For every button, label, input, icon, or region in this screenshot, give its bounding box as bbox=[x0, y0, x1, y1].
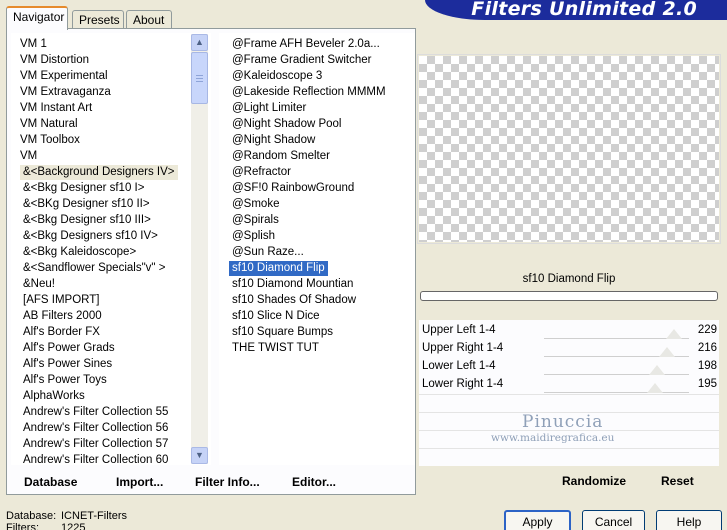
filter-item[interactable]: @Frame Gradient Switcher bbox=[229, 53, 375, 68]
slider-value: 229 bbox=[697, 324, 717, 336]
category-item[interactable]: AB Filters 2000 bbox=[20, 309, 105, 324]
category-item[interactable]: &<Background Designers IV> bbox=[20, 165, 178, 180]
category-item[interactable]: VM Experimental bbox=[17, 69, 111, 84]
filter-item[interactable]: @Night Shadow bbox=[229, 133, 318, 148]
category-item[interactable]: Alf's Power Toys bbox=[20, 373, 110, 388]
filter-item[interactable]: sf10 Diamond Flip bbox=[229, 261, 328, 276]
reset-button[interactable]: Reset bbox=[661, 474, 694, 488]
category-item[interactable]: VM bbox=[17, 149, 40, 164]
slider-thumb[interactable] bbox=[646, 383, 663, 393]
watermark-url: www.maidiregrafica.eu bbox=[491, 432, 615, 444]
scroll-down-arrow-icon[interactable]: ▼ bbox=[191, 447, 208, 464]
category-item[interactable]: Andrew's Filter Collection 56 bbox=[20, 421, 171, 436]
category-item[interactable]: VM Extravaganza bbox=[17, 85, 114, 100]
database-info-value: ICNET-Filters bbox=[61, 510, 127, 522]
progress-bar bbox=[420, 291, 718, 301]
navigator-panel: VM 1 VM Distortion VM Experimental VM Extra… bbox=[6, 28, 416, 495]
category-item[interactable]: &<Bkg Kaleidoscope> bbox=[20, 245, 139, 260]
filters-count-label: Filters: bbox=[6, 522, 39, 530]
category-item[interactable]: Andrew's Filter Collection 57 bbox=[20, 437, 171, 452]
category-scrollbar[interactable]: ▲ ▼ bbox=[191, 34, 208, 464]
filter-item[interactable]: @Smoke bbox=[229, 197, 282, 212]
category-item[interactable]: &<Bkg Designer sf10 III> bbox=[20, 213, 154, 228]
category-item[interactable]: Alf's Border FX bbox=[20, 325, 103, 340]
filters-count-value: 1225 bbox=[61, 522, 86, 530]
category-item[interactable]: &<Bkg Designers sf10 IV> bbox=[20, 229, 161, 244]
scroll-up-arrow-icon[interactable]: ▲ bbox=[191, 34, 208, 51]
slider-row[interactable]: Lower Right 1-4 195 bbox=[419, 376, 719, 394]
category-item[interactable]: AlphaWorks bbox=[20, 389, 88, 404]
app-banner-title: Filters Unlimited 2.0 bbox=[425, 0, 727, 20]
slider-label: Upper Right 1-4 bbox=[422, 342, 504, 354]
category-item[interactable]: Alf's Power Grads bbox=[20, 341, 118, 356]
category-item[interactable]: &<Sandflower Specials"v" > bbox=[20, 261, 168, 276]
filter-item[interactable]: @Kaleidoscope 3 bbox=[229, 69, 325, 84]
category-item[interactable]: VM Natural bbox=[17, 117, 81, 132]
filter-item[interactable]: @SF!0 RainbowGround bbox=[229, 181, 357, 196]
filter-item[interactable]: @Random Smelter bbox=[229, 149, 333, 164]
filter-list[interactable]: @Frame AFH Beveler 2.0a... @Frame Gradien… bbox=[219, 33, 415, 465]
filter-item[interactable]: @Light Limiter bbox=[229, 101, 309, 116]
tab-presets[interactable]: Presets bbox=[72, 10, 124, 29]
slider-track[interactable] bbox=[544, 392, 689, 393]
slider-value: 195 bbox=[697, 378, 717, 390]
help-button[interactable]: Help bbox=[656, 510, 722, 530]
watermark-name: Pinuccia bbox=[522, 412, 604, 432]
slider-label: Upper Left 1-4 bbox=[422, 324, 496, 336]
slider-track[interactable] bbox=[544, 374, 689, 375]
category-item[interactable]: VM 1 bbox=[17, 37, 50, 52]
filter-item[interactable]: @Night Shadow Pool bbox=[229, 117, 345, 132]
category-item[interactable]: Andrew's Filter Collection 55 bbox=[20, 405, 171, 420]
category-item[interactable]: VM Distortion bbox=[17, 53, 92, 68]
category-list[interactable]: VM 1 VM Distortion VM Experimental VM Extra… bbox=[11, 33, 211, 468]
apply-button[interactable]: Apply bbox=[504, 510, 571, 530]
category-item[interactable]: Andrew's Filter Collection 60 bbox=[20, 453, 171, 468]
category-item[interactable]: &Neu! bbox=[20, 277, 58, 292]
filter-item[interactable]: @Sun Raze... bbox=[229, 245, 307, 260]
filter-item[interactable]: sf10 Slice N Dice bbox=[229, 309, 323, 324]
filter-item[interactable]: sf10 Square Bumps bbox=[229, 325, 336, 340]
preview-filter-name: sf10 Diamond Flip bbox=[522, 273, 616, 285]
slider-row[interactable]: Upper Right 1-4 216 bbox=[419, 340, 719, 358]
randomize-button[interactable]: Randomize bbox=[562, 474, 626, 488]
import-button[interactable]: Import... bbox=[116, 473, 163, 491]
filter-item[interactable]: sf10 Diamond Mountian bbox=[229, 277, 356, 292]
slider-label: Lower Right 1-4 bbox=[422, 378, 504, 390]
preview-canvas[interactable] bbox=[419, 56, 719, 242]
category-item[interactable]: VM Instant Art bbox=[17, 101, 95, 116]
filter-item[interactable]: @Splish bbox=[229, 229, 278, 244]
editor-button[interactable]: Editor... bbox=[292, 473, 336, 491]
category-item[interactable]: Alf's Power Sines bbox=[20, 357, 115, 372]
category-item[interactable]: [AFS IMPORT] bbox=[20, 293, 102, 308]
slider-value: 216 bbox=[697, 342, 717, 354]
filter-item[interactable]: sf10 Shades Of Shadow bbox=[229, 293, 359, 308]
slider-value: 198 bbox=[697, 360, 717, 372]
empty-control-row bbox=[419, 394, 719, 410]
tab-about[interactable]: About bbox=[126, 10, 172, 29]
filter-item[interactable]: @Spirals bbox=[229, 213, 282, 228]
database-button[interactable]: Database bbox=[24, 473, 77, 491]
filter-item[interactable]: @Refractor bbox=[229, 165, 294, 180]
category-item[interactable]: VM Toolbox bbox=[17, 133, 83, 148]
slider-thumb[interactable] bbox=[666, 329, 683, 339]
empty-control-row bbox=[419, 448, 719, 464]
category-item[interactable]: &<Bkg Designer sf10 I> bbox=[20, 181, 147, 196]
filter-item[interactable]: @Frame AFH Beveler 2.0a... bbox=[229, 37, 383, 52]
scroll-thumb[interactable] bbox=[191, 52, 208, 104]
slider-thumb[interactable] bbox=[648, 365, 665, 375]
cancel-button[interactable]: Cancel bbox=[582, 510, 645, 530]
slider-row[interactable]: Upper Left 1-4 229 bbox=[419, 322, 719, 340]
category-item[interactable]: &<BKg Designer sf10 II> bbox=[20, 197, 153, 212]
slider-label: Lower Left 1-4 bbox=[422, 360, 496, 372]
tab-navigator[interactable]: Navigator bbox=[6, 6, 68, 30]
filter-item[interactable]: @Lakeside Reflection MMMM bbox=[229, 85, 389, 100]
slider-thumb[interactable] bbox=[658, 347, 675, 357]
slider-row[interactable]: Lower Left 1-4 198 bbox=[419, 358, 719, 376]
filter-info-button[interactable]: Filter Info... bbox=[195, 473, 260, 491]
filter-item[interactable]: THE TWIST TUT bbox=[229, 341, 322, 356]
database-info-label: Database: bbox=[6, 510, 57, 522]
